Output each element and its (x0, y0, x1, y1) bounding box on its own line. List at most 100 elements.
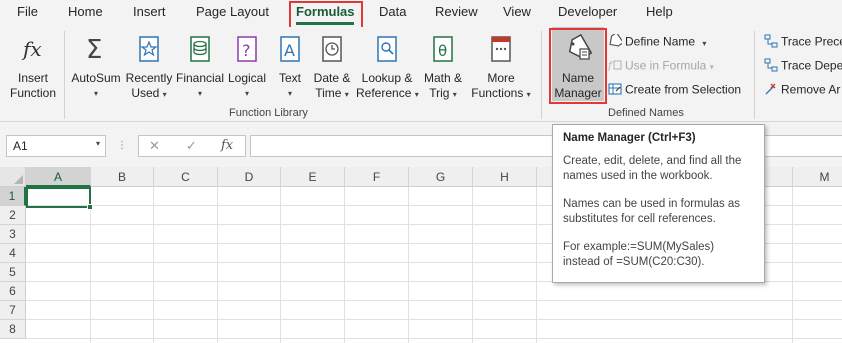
menu-page-layout[interactable]: Page Layout (196, 4, 269, 19)
theta-book-icon: θ (419, 33, 467, 69)
autosum-label: AutoSum (71, 71, 121, 85)
chevron-down-icon: ▾ (452, 90, 457, 99)
autosum-button[interactable]: Σ AutoSum ▾ (68, 33, 124, 101)
tooltip-example-1: For example:=SUM(MySales) (563, 241, 715, 253)
trace-precedents-button[interactable]: Trace Prece (764, 34, 842, 51)
tag-icon (608, 31, 625, 51)
date-time-button[interactable]: Date & Time ▾ (308, 33, 356, 102)
active-cell-a1[interactable] (26, 187, 91, 208)
formula-tag-icon: f (607, 58, 622, 75)
name-box[interactable]: A1 ▾ (6, 135, 106, 157)
ribbon-separator (541, 31, 542, 119)
define-name-label: Define Name (625, 34, 696, 49)
tooltip-description: Create, edit, delete, and find all the n… (563, 155, 742, 182)
trace-dependents-icon (764, 58, 778, 75)
define-name-button[interactable]: Define Name ▾ (608, 31, 707, 51)
create-from-selection-button[interactable]: Create from Selection (608, 82, 741, 99)
trace-precedents-icon (764, 34, 778, 51)
logical-label: Logical (227, 71, 267, 85)
column-header-a[interactable]: A (26, 167, 91, 187)
row-header-6[interactable]: 6 (0, 282, 26, 301)
magnifier-book-icon (356, 33, 418, 69)
math-trig-button[interactable]: θ Math & Trig ▾ (419, 33, 467, 102)
ribbon-separator (754, 31, 755, 119)
column-header-e[interactable]: E (281, 167, 345, 187)
menu-data[interactable]: Data (379, 4, 406, 19)
recently-used-button[interactable]: Recently Used ▾ (124, 33, 174, 102)
svg-text:θ: θ (438, 42, 447, 60)
more-book-icon (468, 33, 534, 69)
insert-function-button[interactable]: fx Insert Function (8, 33, 58, 101)
cancel-icon[interactable]: ✕ (149, 138, 160, 154)
menu-review[interactable]: Review (435, 4, 478, 19)
row-header-2[interactable]: 2 (0, 206, 26, 225)
use-in-formula-button[interactable]: f Use in Formula ▾ (607, 58, 714, 75)
enter-icon[interactable]: ✓ (186, 138, 197, 154)
math-label-2: Trig (429, 86, 450, 100)
chevron-down-icon: ▾ (197, 89, 202, 98)
column-header-f[interactable]: F (345, 167, 409, 187)
more-functions-label-1: More (487, 71, 515, 85)
row-header-5[interactable]: 5 (0, 263, 26, 282)
row-header-3[interactable]: 3 (0, 225, 26, 244)
select-all-corner[interactable] (0, 167, 26, 187)
column-header-c[interactable]: C (154, 167, 218, 187)
chevron-down-icon: ▾ (709, 62, 714, 72)
row-header-4[interactable]: 4 (0, 244, 26, 263)
sigma-icon: Σ (68, 33, 124, 69)
star-book-icon (124, 33, 174, 69)
chevron-down-icon: ▾ (702, 38, 707, 48)
lookup-reference-button[interactable]: Lookup & Reference ▾ (356, 33, 419, 102)
trace-dependents-button[interactable]: Trace Depe (764, 58, 842, 75)
menu-home[interactable]: Home (68, 4, 103, 19)
remove-arrows-button[interactable]: Remove Ar (764, 82, 840, 99)
trace-dependents-label: Trace Depe (781, 58, 842, 73)
insert-function-label-2: Function (9, 86, 57, 100)
menu-insert[interactable]: Insert (133, 4, 166, 19)
ribbon-separator (64, 31, 65, 119)
name-box-value: A1 (13, 139, 28, 153)
logical-button[interactable]: ? Logical ▾ (225, 33, 269, 101)
column-header-b[interactable]: B (91, 167, 154, 187)
financial-label: Financial (175, 71, 225, 85)
coins-icon (175, 33, 225, 69)
svg-text:?: ? (242, 41, 251, 60)
svg-text:fx: fx (21, 37, 42, 61)
name-manager-tooltip: Name Manager (Ctrl+F3) Create, edit, del… (552, 124, 765, 283)
name-manager-highlight-box (549, 28, 607, 104)
menu-help[interactable]: Help (646, 4, 673, 19)
more-functions-button[interactable]: More Functions ▾ (468, 33, 534, 102)
column-header-m[interactable]: M (793, 167, 842, 187)
insert-function-label-1: Insert (17, 71, 48, 85)
fill-handle[interactable] (87, 204, 93, 210)
column-header-g[interactable]: G (409, 167, 473, 187)
menu-file[interactable]: File (17, 4, 38, 19)
lookup-label-1: Lookup & (361, 71, 413, 85)
formulas-tab-highlight-box (289, 1, 363, 29)
insert-function-icon[interactable]: fx (221, 138, 233, 153)
formula-bar-grip-icon[interactable]: ⋮ (117, 140, 127, 151)
gridline (26, 300, 842, 301)
row-header-8[interactable]: 8 (0, 320, 26, 339)
row-header-1[interactable]: 1 (0, 187, 26, 206)
menu-developer[interactable]: Developer (558, 4, 617, 19)
clock-book-icon (308, 33, 356, 69)
trace-precedents-label: Trace Prece (781, 34, 842, 49)
menu-bar: File Home Insert Page Layout Formulas Da… (0, 0, 842, 27)
recently-used-label-2: Used (131, 86, 160, 100)
more-functions-label-2: Functions (471, 86, 524, 100)
gridline (26, 338, 842, 339)
text-button[interactable]: A Text ▾ (272, 33, 308, 101)
chevron-down-icon: ▾ (526, 90, 531, 99)
question-book-icon: ? (225, 33, 269, 69)
column-header-h[interactable]: H (473, 167, 537, 187)
financial-button[interactable]: Financial ▾ (175, 33, 225, 101)
chevron-down-icon: ▾ (162, 90, 167, 99)
defined-names-group-label: Defined Names (608, 107, 684, 119)
row-header-7[interactable]: 7 (0, 301, 26, 320)
chevron-down-icon: ▾ (287, 89, 292, 98)
menu-view[interactable]: View (503, 4, 531, 19)
select-all-triangle-icon (14, 175, 23, 184)
tooltip-example-2: instead of =SUM(C20:C30). (563, 256, 705, 268)
column-header-d[interactable]: D (218, 167, 281, 187)
